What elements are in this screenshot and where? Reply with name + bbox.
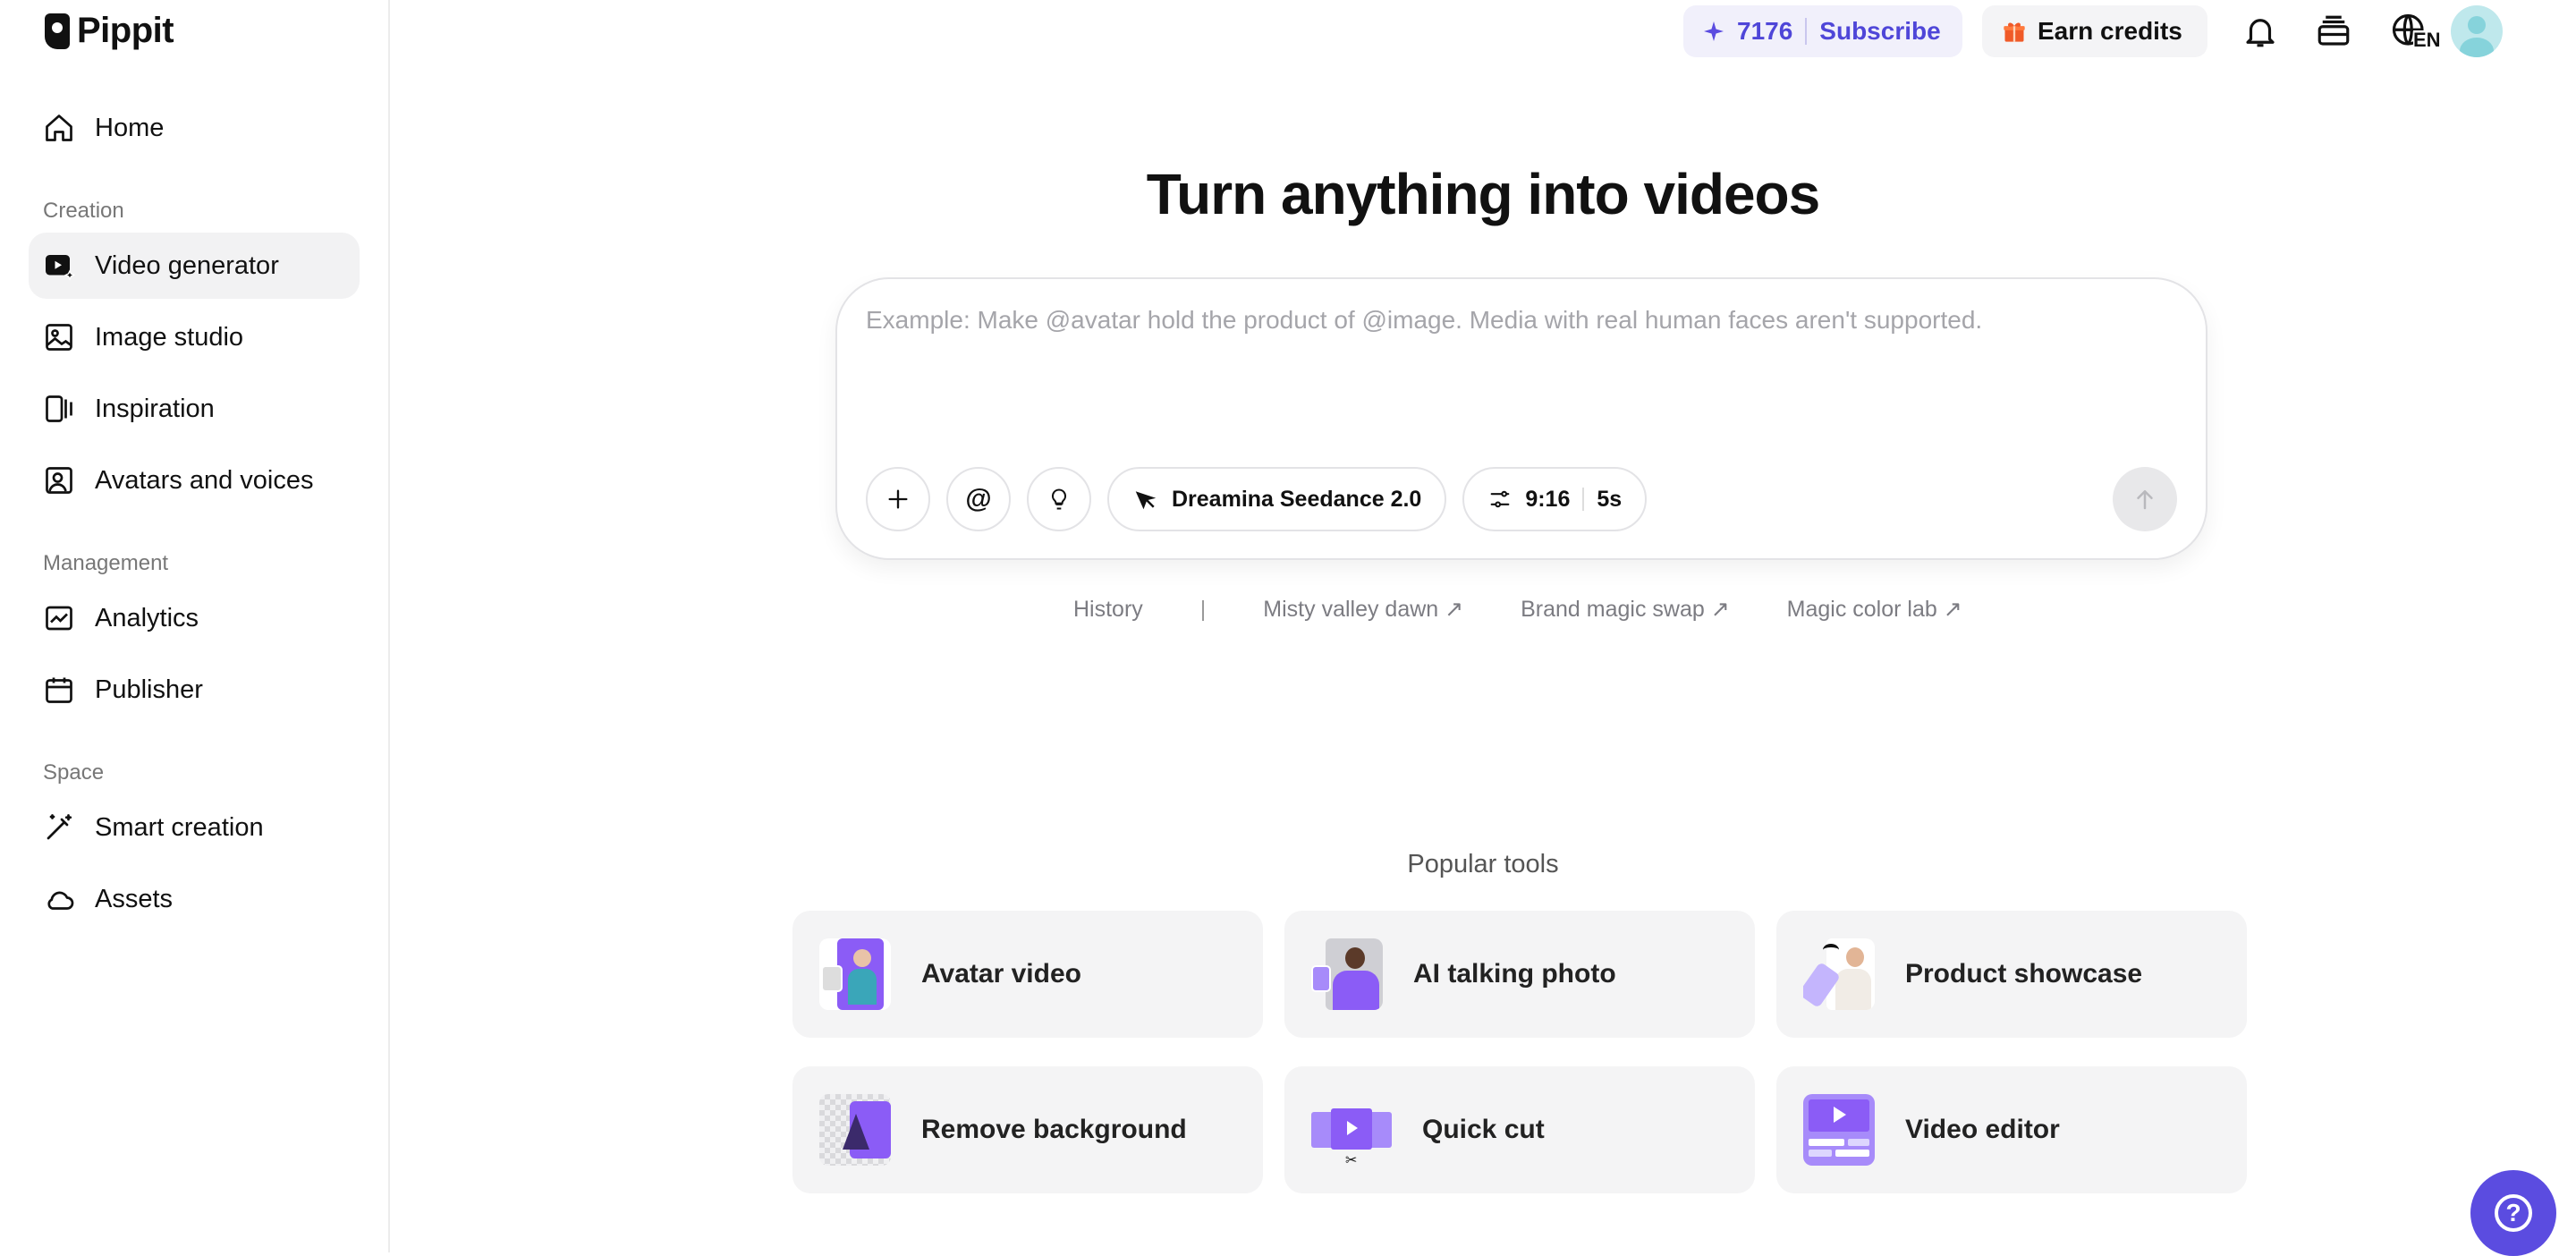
- ai-talking-photo-thumbnail: [1311, 938, 1383, 1010]
- tool-label: Remove background: [921, 1115, 1187, 1144]
- aspect-ratio-value: 9:16: [1525, 486, 1571, 512]
- model-label: Dreamina Seedance 2.0: [1172, 486, 1422, 512]
- sidebar-item-assets[interactable]: Assets: [29, 866, 360, 932]
- image-studio-icon: [46, 324, 72, 351]
- video-generator-icon: [46, 255, 75, 281]
- sparkle-icon: [1704, 21, 1724, 41]
- bell-icon: [2246, 19, 2275, 47]
- popular-tools-heading: Popular tools: [1407, 850, 1559, 878]
- sidebar-item-video-generator[interactable]: Video generator: [29, 233, 360, 299]
- tool-card-avatar-video[interactable]: Avatar video: [792, 911, 1263, 1038]
- popular-tools-grid: Avatar video AI talking photo Product sh…: [792, 911, 2247, 1193]
- add-media-button[interactable]: [866, 467, 930, 531]
- sidebar-item-inspiration[interactable]: Inspiration: [29, 376, 360, 442]
- calendar-icon: [46, 677, 72, 703]
- earn-credits-label: Earn credits: [2038, 17, 2182, 45]
- duration-value: 5s: [1597, 486, 1623, 512]
- tool-card-video-editor[interactable]: Video editor: [1776, 1066, 2247, 1193]
- lightbulb-icon: [1051, 488, 1067, 510]
- gift-icon: [2004, 22, 2025, 42]
- sidebar-item-label: Smart creation: [95, 812, 264, 842]
- notifications-button[interactable]: [2240, 11, 2281, 52]
- section-label-creation: Creation: [43, 199, 124, 223]
- tool-card-quick-cut[interactable]: ✂ Quick cut: [1284, 1066, 1755, 1193]
- video-editor-thumbnail: [1803, 1094, 1875, 1166]
- question-icon: ?: [2495, 1194, 2532, 1232]
- sidebar-item-image-studio[interactable]: Image studio: [29, 304, 360, 370]
- dreamina-icon: [1135, 491, 1157, 510]
- prompt-input[interactable]: [866, 306, 2172, 335]
- help-button[interactable]: ?: [2470, 1170, 2556, 1256]
- language-button[interactable]: EN: [2381, 11, 2441, 52]
- at-icon: @: [965, 484, 992, 513]
- tool-label: Video editor: [1905, 1115, 2060, 1144]
- arrow-up-icon: [2137, 490, 2153, 510]
- sidebar-item-avatars-and-voices[interactable]: Avatars and voices: [29, 447, 360, 513]
- home-icon: [46, 115, 72, 141]
- subscribe-button[interactable]: Subscribe: [1819, 17, 1940, 46]
- sidebar-item-label: Home: [95, 113, 165, 142]
- tool-label: Avatar video: [921, 959, 1081, 989]
- sidebar-item-publisher[interactable]: Publisher: [29, 657, 360, 723]
- tool-label: Product showcase: [1905, 959, 2143, 989]
- app-name: Pippit: [77, 11, 174, 50]
- avatar-voice-icon: [46, 467, 72, 494]
- sliders-icon: [1490, 490, 1510, 508]
- sidebar-item-label: Assets: [95, 884, 174, 913]
- inspiration-icon: [46, 395, 72, 422]
- sidebar-item-label: Analytics: [95, 603, 199, 632]
- tool-card-product-showcase[interactable]: Product showcase: [1776, 911, 2247, 1038]
- section-label-management: Management: [43, 551, 169, 575]
- analytics-icon: [46, 606, 72, 631]
- suggestion-chip[interactable]: Brand magic swap ↗: [1521, 596, 1730, 623]
- tool-card-remove-background[interactable]: Remove background: [792, 1066, 1263, 1193]
- earn-credits-button[interactable]: Earn credits: [1982, 5, 2207, 57]
- credits-count: 7176: [1737, 17, 1793, 45]
- sidebar-item-label: Image studio: [95, 322, 244, 352]
- history-link[interactable]: History: [1073, 597, 1143, 623]
- divider: [1805, 18, 1808, 45]
- product-showcase-thumbnail: [1803, 938, 1875, 1010]
- magic-wand-icon: [47, 814, 72, 840]
- stack-icon: [2318, 15, 2350, 46]
- sidebar-item-label: Avatars and voices: [95, 465, 314, 495]
- sidebar-item-smart-creation[interactable]: Smart creation: [29, 794, 360, 861]
- user-avatar[interactable]: [2451, 5, 2503, 57]
- sidebar-item-label: Video generator: [95, 250, 279, 280]
- quick-cut-thumbnail: ✂: [1311, 1094, 1392, 1166]
- sidebar-nav: Home Creation Video generator Image stud…: [29, 95, 360, 938]
- language-code: EN: [2413, 29, 2441, 51]
- pippit-logo-icon: [45, 13, 70, 49]
- page-title: Turn anything into videos: [1146, 162, 1820, 226]
- sidebar-item-home[interactable]: Home: [29, 95, 360, 161]
- section-label-space: Space: [43, 760, 105, 785]
- layers-button[interactable]: [2313, 11, 2354, 52]
- video-settings-button[interactable]: 9:16 5s: [1462, 467, 1648, 531]
- tool-card-ai-talking-photo[interactable]: AI talking photo: [1284, 911, 1755, 1038]
- divider: [1582, 488, 1585, 511]
- send-button[interactable]: [2113, 467, 2177, 531]
- prompt-toolbar: @ Dreamina Seedance 2.0 9:16 5s: [866, 467, 1648, 531]
- app-logo[interactable]: Pippit: [45, 11, 174, 51]
- cloud-icon: [47, 891, 74, 910]
- plus-icon: [888, 489, 908, 509]
- tool-label: AI talking photo: [1413, 959, 1616, 989]
- prompt-box: @ Dreamina Seedance 2.0 9:16 5s: [835, 277, 2207, 560]
- mention-button[interactable]: @: [946, 467, 1011, 531]
- sidebar: Pippit Home Creation Video generator Ima…: [0, 0, 390, 1252]
- avatar-video-thumbnail: [819, 938, 891, 1010]
- suggestion-chip[interactable]: Misty valley dawn ↗: [1263, 596, 1463, 623]
- tool-label: Quick cut: [1422, 1115, 1545, 1144]
- sidebar-item-label: Inspiration: [95, 394, 215, 423]
- divider: |: [1199, 596, 1207, 622]
- remove-background-thumbnail: [819, 1094, 891, 1166]
- sidebar-item-label: Publisher: [95, 675, 203, 704]
- suggestion-chip[interactable]: Magic color lab ↗: [1787, 596, 1962, 623]
- credits-subscribe-pill[interactable]: 7176 Subscribe: [1683, 5, 1962, 57]
- model-selector[interactable]: Dreamina Seedance 2.0: [1107, 467, 1447, 531]
- sidebar-item-analytics[interactable]: Analytics: [29, 585, 360, 651]
- prompt-suggestions: History | Misty valley dawn ↗ Brand magi…: [1073, 596, 1962, 623]
- idea-button[interactable]: [1027, 467, 1091, 531]
